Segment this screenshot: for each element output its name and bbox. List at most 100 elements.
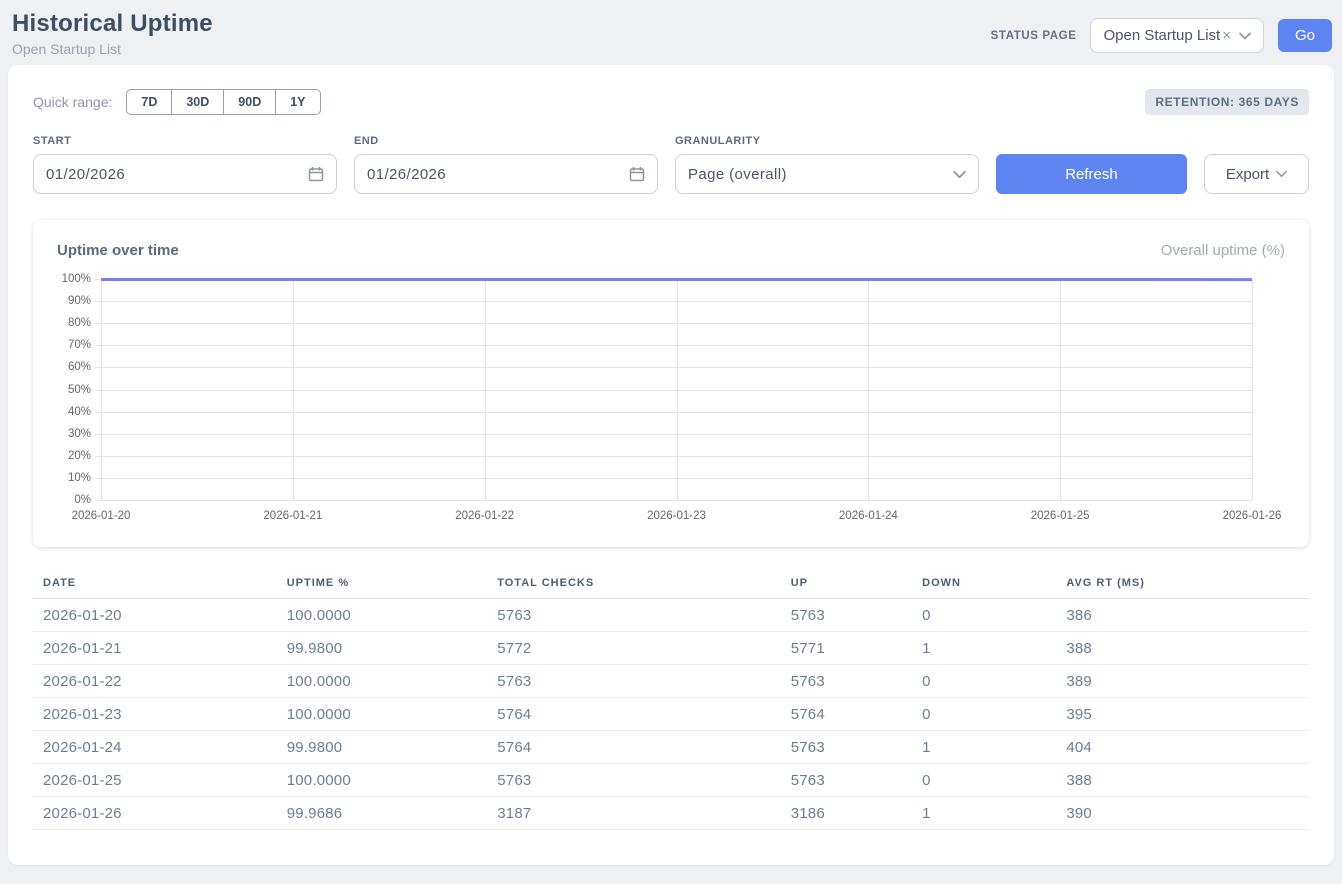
page-header: Historical Uptime Open Startup List STAT… (0, 0, 1342, 65)
table-cell: 388 (1056, 632, 1309, 665)
x-axis-tick-label: 2026-01-21 (263, 510, 322, 522)
x-axis-tick-label: 2026-01-25 (1031, 510, 1090, 522)
table-cell: 2026-01-20 (33, 599, 277, 632)
table-cell: 0 (912, 599, 1056, 632)
granularity-select[interactable]: Page (overall) (675, 154, 979, 194)
column-header: AVG RT (MS) (1056, 571, 1309, 599)
quick-range-row: Quick range: 7D30D90D1Y RETENTION: 365 D… (33, 89, 1309, 115)
main-panel: Quick range: 7D30D90D1Y RETENTION: 365 D… (8, 65, 1334, 865)
table-cell: 1 (912, 797, 1056, 830)
y-axis-tick-label: 50% (47, 384, 91, 396)
y-axis-tick-label: 80% (47, 317, 91, 329)
table-cell: 388 (1056, 764, 1309, 797)
y-axis-tick-label: 70% (47, 339, 91, 351)
calendar-icon[interactable] (629, 166, 645, 182)
end-date-label: END (354, 135, 658, 147)
column-header: TOTAL CHECKS (487, 571, 780, 599)
export-button[interactable]: Export (1204, 154, 1309, 194)
chevron-down-icon (1276, 170, 1287, 178)
table-cell: 0 (912, 665, 1056, 698)
table-header-row: DATEUPTIME %TOTAL CHECKSUPDOWNAVG RT (MS… (33, 571, 1309, 599)
chevron-down-icon (953, 170, 966, 179)
status-page-select[interactable]: Open Startup List × (1090, 18, 1264, 53)
start-date-field-group: START 01/20/2026 (33, 135, 337, 194)
status-page-selected-value: Open Startup List (1103, 27, 1220, 44)
y-axis-tick-label: 20% (47, 450, 91, 462)
x-axis-tick-label: 2026-01-23 (647, 510, 706, 522)
table-cell: 100.0000 (277, 764, 488, 797)
y-axis-tick-label: 90% (47, 295, 91, 307)
quick-range-button-90d[interactable]: 90D (224, 89, 276, 115)
table-row: 2026-01-2499.9800576457631404 (33, 731, 1309, 764)
table-cell: 3186 (781, 797, 912, 830)
quick-range-button-1y[interactable]: 1Y (276, 89, 320, 115)
table-cell: 100.0000 (277, 665, 488, 698)
go-button[interactable]: Go (1278, 19, 1332, 52)
x-axis-tick-label: 2026-01-20 (72, 510, 131, 522)
table-cell: 100.0000 (277, 599, 488, 632)
table-cell: 2026-01-25 (33, 764, 277, 797)
page-subtitle: Open Startup List (12, 41, 213, 57)
y-axis-tick-label: 60% (47, 361, 91, 373)
y-axis-tick-label: 10% (47, 472, 91, 484)
chart-area: 100%90%80%70%60%50%40%30%20%10%0% 2026-0… (101, 279, 1252, 533)
x-axis-tick-label: 2026-01-22 (455, 510, 514, 522)
start-date-label: START (33, 135, 337, 147)
table-cell: 5772 (487, 632, 780, 665)
column-header: DOWN (912, 571, 1056, 599)
quick-range-buttons: 7D30D90D1Y (126, 89, 320, 115)
y-axis-tick-label: 100% (47, 273, 91, 285)
table-cell: 386 (1056, 599, 1309, 632)
calendar-icon[interactable] (308, 166, 324, 182)
column-header: UPTIME % (277, 571, 488, 599)
page-title: Historical Uptime (12, 10, 213, 38)
granularity-selected-value: Page (overall) (688, 166, 787, 183)
y-axis-tick-label: 0% (47, 494, 91, 506)
chevron-down-icon (1239, 32, 1251, 40)
quick-range-button-30d[interactable]: 30D (172, 89, 224, 115)
table-cell: 1 (912, 632, 1056, 665)
table-cell: 1 (912, 731, 1056, 764)
table-cell: 2026-01-22 (33, 665, 277, 698)
filters-row: START 01/20/2026 END 01/26/2026 GRANULAR… (33, 135, 1309, 194)
table-cell: 5763 (781, 599, 912, 632)
table-cell: 390 (1056, 797, 1309, 830)
refresh-button[interactable]: Refresh (996, 154, 1187, 194)
table-row: 2026-01-22100.0000576357630389 (33, 665, 1309, 698)
end-date-input[interactable]: 01/26/2026 (354, 154, 658, 194)
export-button-label: Export (1226, 166, 1269, 183)
table-cell: 99.9800 (277, 632, 488, 665)
table-cell: 5771 (781, 632, 912, 665)
start-date-value: 01/20/2026 (46, 166, 125, 183)
granularity-label: GRANULARITY (675, 135, 979, 147)
y-axis-tick-label: 30% (47, 428, 91, 440)
uptime-chart-card: Uptime over time Overall uptime (%) 100%… (33, 220, 1309, 547)
end-date-field-group: END 01/26/2026 (354, 135, 658, 194)
table-cell: 5764 (487, 731, 780, 764)
table-cell: 5763 (781, 764, 912, 797)
table-row: 2026-01-2699.9686318731861390 (33, 797, 1309, 830)
table-cell: 0 (912, 698, 1056, 731)
gridline-horizontal (95, 500, 1252, 501)
x-axis-tick-label: 2026-01-26 (1223, 510, 1282, 522)
start-date-input[interactable]: 01/20/2026 (33, 154, 337, 194)
table-row: 2026-01-2199.9800577257711388 (33, 632, 1309, 665)
quick-range-button-7d[interactable]: 7D (126, 89, 172, 115)
table-cell: 100.0000 (277, 698, 488, 731)
table-cell: 395 (1056, 698, 1309, 731)
table-row: 2026-01-25100.0000576357630388 (33, 764, 1309, 797)
chart-header: Uptime over time Overall uptime (%) (57, 242, 1285, 259)
table-cell: 2026-01-23 (33, 698, 277, 731)
table-cell: 3187 (487, 797, 780, 830)
table-cell: 5764 (781, 698, 912, 731)
table-cell: 2026-01-24 (33, 731, 277, 764)
table-cell: 99.9686 (277, 797, 488, 830)
table-cell: 2026-01-26 (33, 797, 277, 830)
gridline-vertical (1252, 279, 1253, 500)
uptime-table: DATEUPTIME %TOTAL CHECKSUPDOWNAVG RT (MS… (33, 571, 1309, 830)
granularity-field-group: GRANULARITY Page (overall) (675, 135, 979, 194)
uptime-line-series (101, 278, 1252, 499)
table-cell: 0 (912, 764, 1056, 797)
clear-selection-icon[interactable]: × (1222, 27, 1231, 44)
table-cell: 2026-01-21 (33, 632, 277, 665)
